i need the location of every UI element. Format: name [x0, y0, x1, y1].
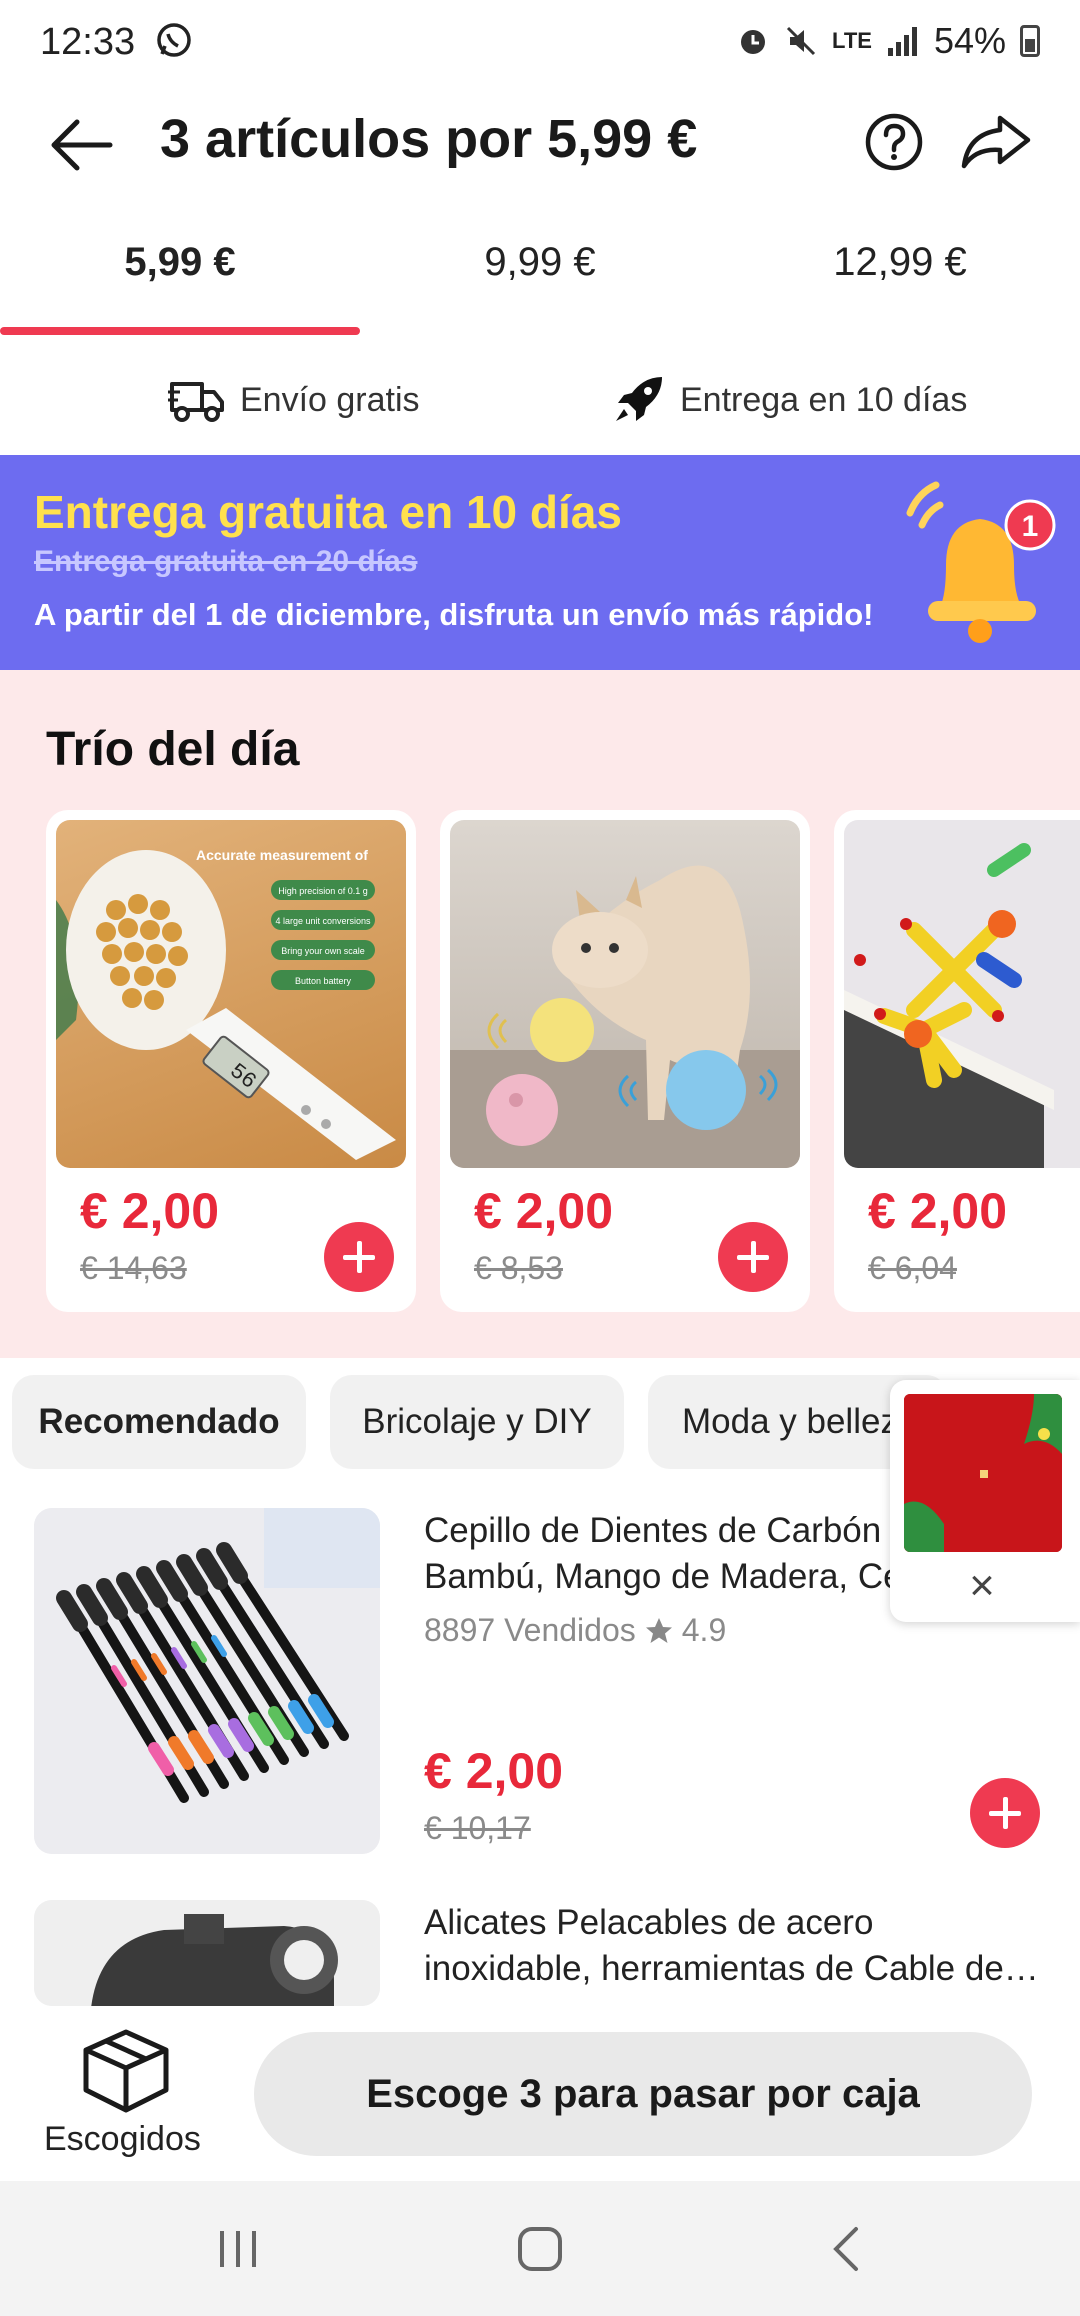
tab-price-1[interactable]: 5,99 € — [0, 240, 360, 310]
status-bar: 12:33 LTE 54% — [0, 0, 1080, 90]
checkout-button[interactable]: Escoge 3 para pasar por caja — [254, 2032, 1032, 2156]
system-nav-bar — [0, 2181, 1080, 2316]
banner-old-offer: Entrega gratuita en 20 días — [34, 545, 418, 578]
tab-label: 5,99 € — [124, 240, 236, 284]
nav-home-icon[interactable] — [516, 2225, 564, 2273]
truck-icon — [168, 382, 224, 422]
chip-label: Bricolaje y DIY — [362, 1402, 592, 1441]
trio-section: Trío del día 56 Accurate measurement of — [0, 670, 1080, 1358]
ad-image[interactable] — [904, 1394, 1062, 1552]
add-to-cart-button[interactable] — [324, 1222, 394, 1292]
sold-count: 8897 Vendidos — [424, 1612, 636, 1648]
box-icon[interactable] — [78, 2028, 174, 2114]
active-tab-indicator — [0, 327, 360, 335]
star-icon — [645, 1617, 672, 1643]
category-chip-diy[interactable]: Bricolaje y DIY — [330, 1375, 624, 1469]
close-icon[interactable]: × — [960, 1564, 1004, 1608]
network-type: LTE — [832, 28, 872, 53]
signal-icon — [887, 27, 917, 56]
bottom-action-bar: Escogidos Escoge 3 para pasar por caja — [0, 2006, 1080, 2181]
image-feature-text: High precision of 0.1 g — [278, 886, 368, 896]
banner-subtitle: A partir del 1 de diciembre, disfruta un… — [34, 597, 874, 632]
chip-label: Recomendado — [38, 1402, 280, 1441]
product-image-sticky-men — [844, 820, 1080, 1168]
chip-label: Moda y belleza — [682, 1402, 918, 1441]
page-title: 3 artículos por 5,99 € — [160, 109, 698, 169]
image-caption: Accurate measurement of — [196, 847, 368, 863]
tab-price-3[interactable]: 12,99 € — [720, 240, 1080, 310]
bell-icon: 1 — [906, 481, 1056, 643]
tab-label: 9,99 € — [484, 240, 596, 284]
free-shipping-perk: Envío gratis — [168, 370, 420, 430]
image-feature-text: Bring your own scale — [281, 946, 365, 956]
add-to-cart-button[interactable] — [718, 1222, 788, 1292]
nav-recents-icon[interactable] — [216, 2227, 260, 2271]
trio-card[interactable]: 56 Accurate measurement of High precisio… — [46, 810, 416, 1312]
add-to-cart-button[interactable] — [970, 1778, 1040, 1848]
status-icons: LTE 54% — [736, 20, 1040, 62]
trio-old-price: € 8,53 — [474, 1250, 563, 1286]
image-feature-text: 4 large unit conversions — [275, 916, 371, 926]
share-icon[interactable] — [960, 114, 1032, 170]
rating-value: 4.9 — [681, 1612, 727, 1648]
trio-card[interactable]: € 2,00 € 8,53 — [440, 810, 810, 1312]
header: 3 artículos por 5,99 € — [0, 90, 1080, 200]
product-image-wire-stripper[interactable] — [34, 1900, 380, 2006]
whatsapp-icon — [156, 23, 191, 57]
help-icon[interactable] — [864, 112, 924, 172]
product-old-price: € 10,17 — [424, 1810, 531, 1846]
clock-text: 12:33 — [40, 21, 136, 63]
image-feature-text: Button battery — [295, 976, 352, 986]
battery-text: 54% — [933, 20, 1006, 61]
tab-price-2[interactable]: 9,99 € — [360, 240, 720, 310]
product-image-toothbrushes[interactable] — [34, 1508, 380, 1854]
alarm-icon — [741, 30, 766, 54]
trio-price: € 2,00 — [868, 1183, 1008, 1239]
battery-icon — [1020, 25, 1040, 57]
back-arrow-icon[interactable] — [50, 118, 114, 172]
bell-badge-count: 1 — [1022, 510, 1039, 543]
picked-label[interactable]: Escogidos — [44, 2120, 201, 2159]
trio-price: € 2,00 — [80, 1183, 220, 1239]
trio-price: € 2,00 — [474, 1183, 614, 1239]
status-time: 12:33 — [40, 20, 194, 64]
rocket-icon — [616, 377, 662, 421]
product-image-cat-ball — [450, 820, 800, 1168]
product-name[interactable]: Alicates Pelacables de acero inoxidable,… — [424, 1900, 1044, 1992]
product-meta: 8897 Vendidos 4.9 — [424, 1612, 726, 1649]
checkout-label: Escoge 3 para pasar por caja — [366, 2071, 920, 2116]
promo-banner[interactable]: Entrega gratuita en 10 días Entrega grat… — [0, 455, 1080, 670]
trio-old-price: € 14,63 — [80, 1250, 187, 1286]
banner-title: Entrega gratuita en 10 días — [34, 486, 622, 538]
delivery-perk: Entrega en 10 días — [614, 370, 967, 430]
trio-old-price: € 6,04 — [868, 1250, 957, 1286]
section-title: Trío del día — [46, 723, 300, 776]
mute-icon — [786, 26, 816, 56]
free-shipping-text: Envío gratis — [240, 380, 420, 419]
floating-ad[interactable]: × — [890, 1380, 1080, 1622]
delivery-text: Entrega en 10 días — [680, 380, 968, 419]
nav-back-icon[interactable] — [828, 2225, 864, 2273]
category-chip-recommended[interactable]: Recomendado — [12, 1375, 306, 1469]
product-price: € 2,00 — [424, 1743, 564, 1799]
product-image-scale-spoon: 56 Accurate measurement of High precisio… — [56, 820, 406, 1168]
trio-card[interactable]: € 2,00 € 6,04 — [834, 810, 1080, 1312]
tab-label: 12,99 € — [833, 240, 967, 284]
